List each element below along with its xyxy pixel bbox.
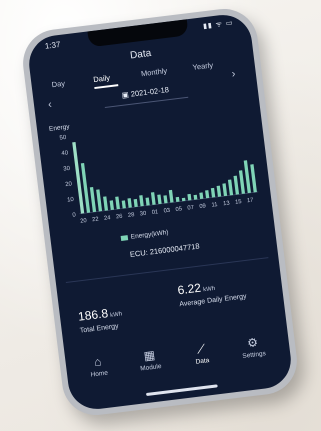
x-tick-label: 22 <box>92 217 99 224</box>
x-tick-label: 13 <box>223 200 230 207</box>
energy-bar <box>199 192 204 200</box>
x-tick-label: 24 <box>104 215 112 222</box>
x-tick-label: 11 <box>211 202 218 209</box>
x-tick-label: 03 <box>163 208 170 215</box>
legend-label: Energy(kWh) <box>130 229 169 241</box>
energy-bar <box>250 164 257 193</box>
energy-bar <box>139 195 144 207</box>
energy-bar <box>238 170 246 194</box>
x-tick-label: 05 <box>175 206 182 213</box>
energy-bar <box>216 185 222 197</box>
energy-bar <box>181 197 186 202</box>
x-tick-label: 01 <box>151 209 158 216</box>
energy-bar <box>72 142 85 214</box>
average-energy-value: 6.22 <box>176 280 202 298</box>
phone-screen: 1:37 ▮▮ ᯤ ▭ Data Day Daily Monthly Yearl… <box>25 11 295 413</box>
energy-bar <box>210 187 216 198</box>
total-energy-unit: kWh <box>109 311 123 319</box>
energy-bar <box>227 179 234 196</box>
average-energy-unit: kWh <box>202 285 216 294</box>
energy-bar <box>175 196 180 202</box>
nav-data[interactable]: ⟋ Data <box>180 340 223 368</box>
y-axis-label: Energy <box>49 123 71 133</box>
average-energy: 6.22kWh Average Daily Energy <box>176 273 247 309</box>
y-tick-label: 10 <box>67 197 75 204</box>
x-tick-label: 07 <box>187 205 194 212</box>
x-tick-label: 30 <box>140 211 147 218</box>
legend-swatch <box>120 234 129 241</box>
y-tick-label: 50 <box>59 135 67 142</box>
date-value: 2021-02-18 <box>130 85 170 99</box>
x-tick-label: 15 <box>235 199 242 206</box>
tab-day[interactable]: Day <box>51 79 65 90</box>
energy-chart: Energy 0 10 20 30 40 50 20 22 24 26 28 30 01 03 05 07 09 1… <box>46 96 269 239</box>
total-energy-value: 186.8 <box>77 306 109 324</box>
status-time: 1:37 <box>44 39 61 51</box>
nav-home[interactable]: ⌂ Home <box>77 352 120 380</box>
energy-bar <box>222 183 228 197</box>
previous-arrow-icon[interactable]: ‹ <box>47 98 52 110</box>
chart-legend: Energy(kWh) <box>120 229 169 242</box>
tab-daily[interactable]: Daily <box>93 73 111 84</box>
energy-bar <box>145 197 150 206</box>
phone-body: 1:37 ▮▮ ᯤ ▭ Data Day Daily Monthly Yearl… <box>19 5 301 419</box>
energy-bar <box>96 189 103 212</box>
y-tick-label: 0 <box>72 212 77 218</box>
energy-bar <box>187 193 192 201</box>
energy-bar <box>109 200 115 210</box>
total-energy-label: Total Energy <box>79 322 119 335</box>
energy-bar <box>127 198 132 208</box>
active-tab-indicator <box>94 84 119 89</box>
tab-yearly[interactable]: Yearly <box>192 60 214 71</box>
energy-bar <box>150 192 156 205</box>
energy-bar <box>133 198 138 208</box>
energy-bar <box>115 196 120 210</box>
nav-settings[interactable]: ⚙ Settings <box>232 333 275 361</box>
energy-bar <box>243 160 251 194</box>
status-icons: ▮▮ ᯤ ▭ <box>202 19 234 31</box>
energy-bar <box>193 194 198 200</box>
y-tick-label: 30 <box>63 166 71 173</box>
total-energy: 186.8kWh Total Energy <box>77 302 124 334</box>
phone-notch <box>87 19 189 48</box>
x-tick-label: 20 <box>80 218 87 225</box>
energy-bar <box>89 187 97 213</box>
energy-bar <box>163 195 168 204</box>
nav-module[interactable]: ▦ Module <box>129 346 172 374</box>
x-tick-label: 17 <box>247 198 254 205</box>
tab-monthly[interactable]: Monthly <box>140 66 167 78</box>
energy-bar <box>205 190 210 199</box>
x-tick-label: 28 <box>128 212 135 219</box>
energy-bar <box>233 175 240 195</box>
x-tick-label: 09 <box>199 203 206 210</box>
y-tick-label: 20 <box>65 181 73 188</box>
energy-bar <box>157 194 162 205</box>
energy-chart-svg: Energy 0 10 20 30 40 50 20 22 24 26 28 30 01 03 05 07 09 1… <box>49 123 259 225</box>
energy-bar <box>168 189 174 203</box>
energy-bar <box>121 200 126 209</box>
y-tick-label: 40 <box>61 150 69 157</box>
energy-bar <box>103 196 109 211</box>
x-tick-label: 26 <box>116 214 123 221</box>
